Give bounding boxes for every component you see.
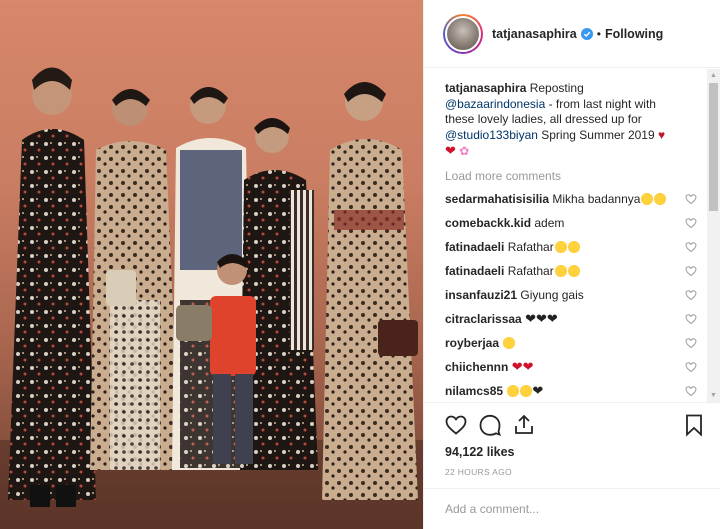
comment-bubble-icon[interactable]: [478, 413, 502, 437]
comment-username[interactable]: royberjaa: [445, 336, 499, 350]
following-button[interactable]: Following: [605, 27, 663, 41]
share-icon[interactable]: [512, 413, 536, 437]
header-separator: •: [596, 26, 601, 41]
post-caption: tatjanasaphira Reposting @bazaarindonesi…: [445, 81, 685, 160]
verified-badge-icon: [580, 27, 593, 40]
comment-text: Rafathar: [504, 239, 554, 254]
comment-row: fatinadaeli Rafathar: [445, 259, 697, 283]
star-struck-emoji: [567, 240, 580, 253]
black-heart-emoji: ❤: [546, 310, 558, 326]
comment-row: fatinadaeli Rafathar: [445, 235, 697, 259]
scroll-up-arrow-icon[interactable]: ▲: [707, 69, 720, 82]
post-header: tatjanasaphira • Following: [424, 0, 720, 68]
comment-username[interactable]: comebackk.kid: [445, 216, 531, 230]
comment-username[interactable]: citraclarissaa: [445, 312, 522, 326]
comment-row: comebackk.kid adem: [445, 211, 697, 235]
comment-like-heart-icon[interactable]: [685, 193, 697, 205]
comment-like-heart-icon[interactable]: [685, 313, 697, 325]
comment-username[interactable]: fatinadaeli: [445, 240, 504, 254]
comment-row: sedarmahatisisilia Mikha badannya: [445, 187, 697, 211]
action-row: [444, 413, 706, 437]
comment-row: royberjaa: [445, 331, 697, 355]
comment-row: citraclarissaa ❤❤❤: [445, 307, 697, 331]
instagram-post-window: tatjanasaphira • Following tatjanasaphir…: [0, 0, 720, 529]
red-heart-emoji: ❤: [511, 358, 523, 374]
mention-link[interactable]: @bazaarindonesia: [445, 97, 545, 111]
comment-text: [503, 384, 506, 398]
red-heart-emoji: ❤: [522, 358, 534, 374]
post-timestamp[interactable]: 22 HOURS AGO: [445, 467, 512, 477]
post-side-panel: tatjanasaphira • Following tatjanasaphir…: [423, 0, 720, 529]
comment-like-heart-icon[interactable]: [685, 385, 697, 397]
comments-list[interactable]: tatjanasaphira Reposting @bazaarindonesi…: [424, 69, 708, 402]
comment-text: Rafathar: [504, 263, 554, 278]
bookmark-icon[interactable]: [682, 413, 706, 437]
scroll-thumb[interactable]: [709, 83, 718, 211]
lips-emoji: ♥: [657, 127, 666, 142]
comment-row: nilamcs85 ❤: [445, 379, 697, 403]
group-photo-illustration: [0, 67, 423, 529]
comment-username[interactable]: fatinadaeli: [445, 264, 504, 278]
comment-text: adem: [531, 215, 565, 230]
post-actions: 94,122 likes 22 HOURS AGO: [424, 402, 720, 529]
comment-row: chiichennn ❤❤: [445, 355, 697, 379]
comment-row: insanfauzi21 Giyung gais: [445, 283, 697, 307]
comment-like-heart-icon[interactable]: [685, 217, 697, 229]
caption-username[interactable]: tatjanasaphira: [445, 81, 526, 95]
comment-username[interactable]: chiichennn: [445, 360, 508, 374]
add-comment-input[interactable]: [445, 502, 695, 516]
star-struck-emoji: [641, 192, 654, 205]
flower-emoji: ✿: [459, 144, 470, 158]
laughing-emoji: [554, 240, 567, 253]
comment-rows: sedarmahatisisilia Mikha badannya comebac…: [445, 187, 708, 403]
black-heart-emoji: ❤: [532, 382, 544, 398]
star-struck-emoji: [654, 192, 667, 205]
comment-like-heart-icon[interactable]: [685, 241, 697, 253]
comment-username[interactable]: nilamcs85: [445, 384, 503, 398]
comment-like-heart-icon[interactable]: [685, 265, 697, 277]
caption-text: Spring Summer 2019: [537, 127, 658, 142]
add-comment-bar: [424, 488, 720, 529]
mention-link[interactable]: @studio133biyan: [445, 128, 538, 142]
likes-count[interactable]: 94,122 likes: [445, 445, 515, 459]
black-heart-emoji: ❤: [525, 310, 536, 326]
star-struck-emoji: [503, 336, 516, 349]
comment-username[interactable]: insanfauzi21: [445, 288, 517, 302]
star-struck-emoji: [520, 384, 533, 397]
load-more-comments-link[interactable]: Load more comments: [445, 169, 708, 183]
star-struck-emoji: [507, 384, 520, 397]
comment-text: [499, 336, 502, 350]
author-avatar[interactable]: [443, 13, 483, 54]
caption-text: Reposting: [526, 81, 584, 95]
comment-like-heart-icon[interactable]: [685, 289, 697, 301]
comment-text: Mikha badannya: [549, 191, 641, 206]
scroll-down-arrow-icon[interactable]: ▼: [707, 389, 720, 402]
comment-username[interactable]: sedarmahatisisilia: [445, 192, 549, 206]
like-heart-icon[interactable]: [444, 413, 468, 437]
comment-like-heart-icon[interactable]: [685, 337, 697, 349]
author-username[interactable]: tatjanasaphira: [492, 27, 577, 41]
laughing-emoji: [554, 264, 567, 277]
black-heart-emoji: ❤: [535, 310, 547, 326]
post-photo[interactable]: [0, 0, 423, 529]
comment-like-heart-icon[interactable]: [685, 361, 697, 373]
comment-text: Giyung gais: [517, 287, 584, 302]
star-struck-emoji: [567, 264, 580, 277]
red-heart-emoji: ❤: [445, 143, 456, 158]
comments-scrollbar[interactable]: ▲ ▼: [707, 69, 720, 402]
